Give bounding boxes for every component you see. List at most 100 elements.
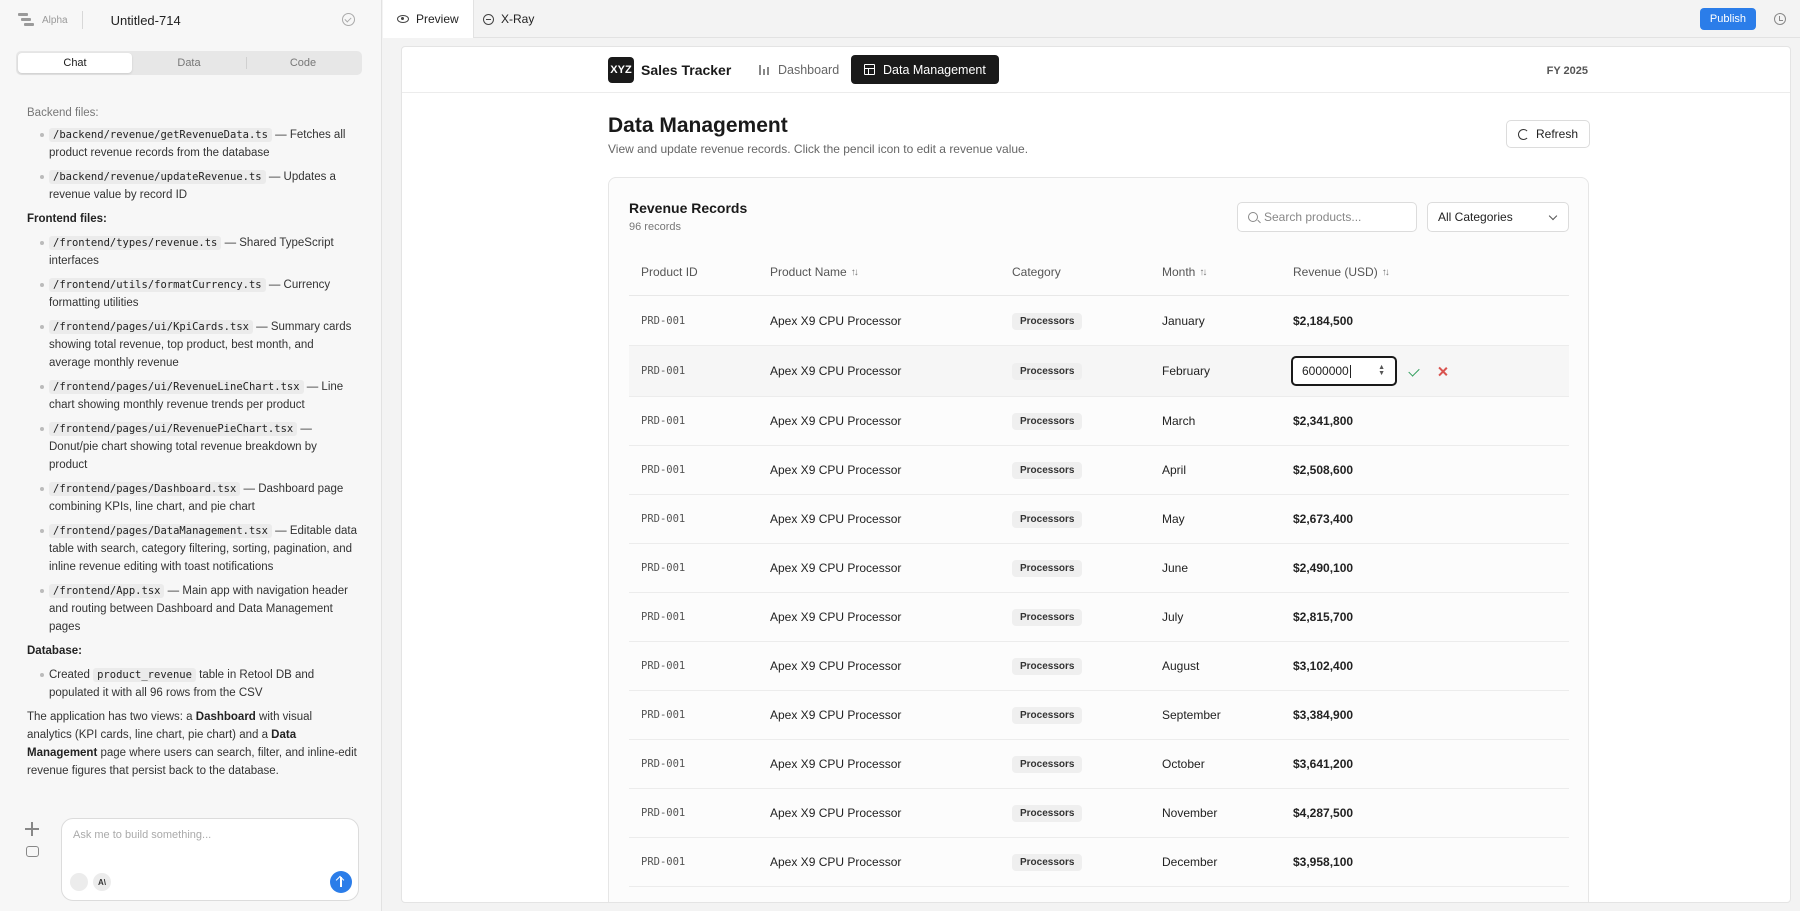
cell-category: Processors	[1012, 446, 1083, 494]
database-heading: Database:	[27, 645, 82, 657]
category-badge: Processors	[1012, 412, 1083, 430]
cell-revenue[interactable]: $3,641,200	[1293, 740, 1353, 788]
backend-heading: Backend files:	[27, 107, 99, 119]
cell-revenue-edit: 6000000 ▲ ▼	[1291, 346, 1448, 396]
nav-data-management[interactable]: Data Management	[851, 55, 999, 84]
cell-product-name: Apex X9 CPU Processor	[770, 463, 902, 477]
attach-icon[interactable]	[70, 873, 88, 891]
cell-revenue[interactable]: $2,490,100	[1293, 544, 1353, 592]
project-name[interactable]: Untitled-714	[111, 13, 181, 28]
chat-history-icon[interactable]	[26, 846, 39, 857]
cell-product-id: PRD-001	[641, 315, 686, 327]
cell-month: March	[1162, 414, 1196, 428]
cell-revenue[interactable]: $2,508,600	[1293, 446, 1353, 494]
cell-revenue[interactable]: $4,287,500	[1293, 789, 1353, 837]
category-badge: Processors	[1012, 312, 1083, 330]
column-month[interactable]: Month ↑↓	[1162, 265, 1207, 279]
search-input[interactable]: Search products...	[1237, 202, 1417, 232]
cancel-x-icon[interactable]	[1437, 366, 1448, 377]
publish-button[interactable]: Publish	[1699, 8, 1756, 30]
sort-icon[interactable]: ↑↓	[851, 267, 859, 278]
nav-dashboard[interactable]: Dashboard	[746, 55, 852, 84]
brand-logo: XYZ	[608, 57, 634, 83]
model-icon[interactable]: A\	[93, 873, 111, 891]
cell-product-id: PRD-001	[641, 660, 686, 672]
cell-revenue[interactable]: $2,184,500	[1293, 297, 1353, 345]
tab-xray[interactable]: X-Ray	[469, 0, 548, 38]
cell-revenue[interactable]: $2,673,400	[1293, 495, 1353, 543]
nav-label: Dashboard	[778, 62, 840, 77]
sort-icon[interactable]: ↑↓	[1199, 267, 1207, 278]
tab-chat[interactable]: Chat	[18, 53, 132, 73]
summary-text: The application has two views: a Dashboa…	[27, 708, 357, 780]
cell-product-id: PRD-001	[641, 856, 686, 868]
sort-icon[interactable]: ↑↓	[1382, 267, 1390, 278]
cell-product-name: Apex X9 CPU Processor	[770, 561, 902, 575]
cell-month: May	[1162, 512, 1185, 526]
refresh-button[interactable]: Refresh	[1506, 120, 1591, 148]
db-prefix: Created	[49, 669, 94, 681]
cell-month: June	[1162, 561, 1189, 575]
list-item: /frontend/pages/Dashboard.tsx — Dashboar…	[27, 480, 357, 516]
category-badge: Processors	[1012, 755, 1083, 773]
table-row: PRD-001 Apex X9 CPU Processor Processors…	[629, 838, 1569, 887]
alpha-badge: Alpha	[42, 14, 68, 26]
revenue-records-card: Revenue Records 96 records Search produc…	[608, 177, 1589, 902]
table-row: PRD-001 Apex X9 CPU Processor Processors…	[629, 691, 1569, 740]
eye-icon	[397, 15, 409, 23]
send-arrow-icon[interactable]	[330, 871, 352, 893]
brand-name: Sales Tracker	[641, 62, 732, 78]
column-revenue[interactable]: Revenue (USD) ↑↓	[1293, 265, 1390, 279]
cell-product-id: PRD-001	[641, 513, 686, 525]
column-product-id: Product ID	[641, 265, 698, 279]
cell-product-name: Apex X9 CPU Processor	[770, 708, 902, 722]
cell-product-name: Apex X9 CPU Processor	[770, 414, 902, 428]
column-label: Category	[1012, 265, 1061, 279]
search-placeholder: Search products...	[1264, 210, 1362, 224]
table-row: PRD-001 Apex X9 CPU Processor Processors…	[629, 297, 1569, 346]
cell-category: Processors	[1012, 297, 1083, 345]
logo-icon[interactable]	[18, 13, 34, 27]
frontend-heading: Frontend files:	[27, 213, 107, 225]
composer-input[interactable]: Ask me to build something...	[73, 829, 211, 841]
cell-product-name: Apex X9 CPU Processor	[770, 610, 902, 624]
cell-month: October	[1162, 757, 1205, 771]
list-item: /frontend/types/revenue.ts — Shared Type…	[27, 234, 357, 270]
cell-product-name: Apex X9 CPU Processor	[770, 364, 902, 378]
bar-chart-icon	[759, 64, 770, 75]
number-stepper-icon[interactable]: ▲ ▼	[1378, 364, 1385, 377]
tab-preview[interactable]: Preview	[383, 0, 474, 38]
revenue-edit-input[interactable]: 6000000 ▲ ▼	[1291, 356, 1397, 386]
column-category: Category	[1012, 265, 1061, 279]
app-header: XYZ Sales Tracker Dashboard Data Managem…	[402, 47, 1790, 93]
cell-product-name: Apex X9 CPU Processor	[770, 757, 902, 771]
cell-product-id: PRD-001	[641, 365, 686, 377]
cell-revenue[interactable]: $3,102,400	[1293, 642, 1353, 690]
column-product-name[interactable]: Product Name ↑↓	[770, 265, 859, 279]
cell-product-id: PRD-001	[641, 415, 686, 427]
category-badge: Processors	[1012, 804, 1083, 822]
tab-code[interactable]: Code	[246, 53, 360, 73]
cell-revenue[interactable]: $3,958,100	[1293, 838, 1353, 886]
new-chat-plus-icon[interactable]	[25, 822, 39, 836]
cell-category: Processors	[1012, 593, 1083, 641]
frontend-file-list: /frontend/types/revenue.ts — Shared Type…	[27, 234, 357, 636]
cell-revenue[interactable]: $3,384,900	[1293, 691, 1353, 739]
cell-category: Processors	[1012, 838, 1083, 886]
summary-bold: Dashboard	[195, 711, 256, 723]
table-header: Product ID Product Name ↑↓ Category Month…	[629, 248, 1569, 296]
table-row: PRD-001 Apex X9 CPU Processor Processors…	[629, 446, 1569, 495]
confirm-check-icon[interactable]	[1408, 365, 1420, 377]
page-subtitle: View and update revenue records. Click t…	[608, 142, 1029, 156]
cell-revenue[interactable]: $2,815,700	[1293, 593, 1353, 641]
chat-composer[interactable]: Ask me to build something... A\	[61, 818, 359, 901]
chat-message: Backend files: /backend/revenue/getReven…	[27, 104, 357, 780]
list-item: /frontend/pages/ui/KpiCards.tsx — Summar…	[27, 318, 357, 372]
file-path: /frontend/types/revenue.ts	[49, 236, 222, 250]
cell-revenue[interactable]: $2,341,800	[1293, 397, 1353, 445]
category-badge: Processors	[1012, 657, 1083, 675]
summary-part: The application has two views: a	[27, 711, 196, 723]
category-select[interactable]: All Categories	[1427, 202, 1569, 232]
history-icon[interactable]	[1774, 13, 1786, 25]
tab-data[interactable]: Data	[132, 53, 246, 73]
